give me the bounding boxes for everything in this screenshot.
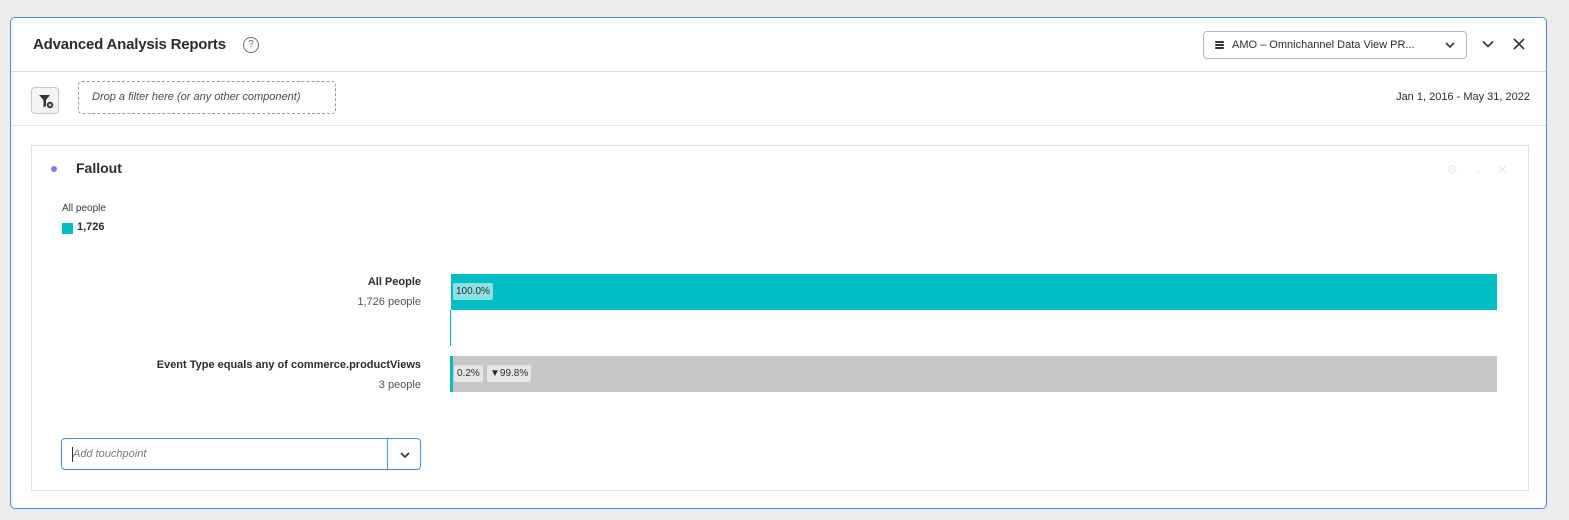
visualization-title: Fallout	[76, 160, 122, 176]
text-caret	[72, 447, 73, 462]
collapse-chevron-icon[interactable]	[1481, 37, 1495, 51]
chevron-down-icon[interactable]: ⌄	[1472, 162, 1483, 177]
bar-fill	[451, 274, 1497, 310]
fallout-bar[interactable]: 0.2% ▼99.8%	[451, 356, 1497, 392]
step-label: Event Type equals any of commerce.produc…	[157, 358, 421, 392]
filter-add-icon	[39, 95, 54, 109]
field-divider	[387, 439, 388, 469]
help-icon[interactable]: ?	[243, 37, 259, 53]
bar-fill	[451, 356, 454, 392]
fallout-bar[interactable]: 100.0%	[451, 274, 1497, 310]
filter-bar: Drop a filter here (or any other compone…	[11, 71, 1546, 126]
step-count: 3 people	[378, 379, 421, 391]
dropoff-badge: ▼99.8%	[487, 365, 532, 382]
chevron-down-icon	[1445, 42, 1455, 49]
step-name: Event Type equals any of commerce.produc…	[156, 359, 421, 371]
analysis-panel: Advanced Analysis Reports ? AMO – Omnich…	[10, 17, 1547, 509]
filter-drop-zone[interactable]: Drop a filter here (or any other compone…	[78, 81, 336, 114]
step-count: 1,726 people	[357, 296, 421, 308]
add-touchpoint-field[interactable]	[61, 438, 421, 470]
fallout-visualization: Fallout ⚙ ⌄ ✕ All people 1,726 All People …	[31, 145, 1529, 491]
visualization-controls: ⚙ ⌄ ✕	[1433, 162, 1508, 178]
filter-button[interactable]	[31, 87, 59, 114]
database-icon	[1215, 41, 1224, 49]
panel-title: Advanced Analysis Reports	[33, 36, 226, 53]
step-label: All People 1,726 people	[357, 275, 421, 309]
legend-swatch	[62, 223, 73, 234]
percent-badge: 0.2%	[454, 365, 483, 382]
date-range[interactable]: Jan 1, 2016 - May 31, 2022	[1396, 91, 1530, 103]
data-view-label: AMO – Omnichannel Data View PR...	[1232, 39, 1415, 51]
status-dot	[51, 166, 57, 172]
add-touchpoint-input[interactable]	[62, 439, 387, 469]
bar-axis-line	[450, 356, 451, 392]
legend-label: All people	[62, 203, 106, 214]
chevron-down-icon[interactable]	[399, 449, 411, 461]
close-icon[interactable]: ✕	[1497, 162, 1508, 177]
data-view-selector[interactable]: AMO – Omnichannel Data View PR...	[1203, 31, 1467, 59]
legend-value: 1,726	[77, 221, 105, 233]
panel-header: Advanced Analysis Reports ? AMO – Omnich…	[11, 18, 1546, 72]
step-name: All People	[367, 276, 421, 288]
percent-badge: 100.0%	[453, 283, 493, 300]
settings-icon[interactable]: ⚙	[1447, 162, 1459, 177]
bar-connector	[450, 310, 451, 346]
close-icon[interactable]	[1512, 37, 1526, 51]
